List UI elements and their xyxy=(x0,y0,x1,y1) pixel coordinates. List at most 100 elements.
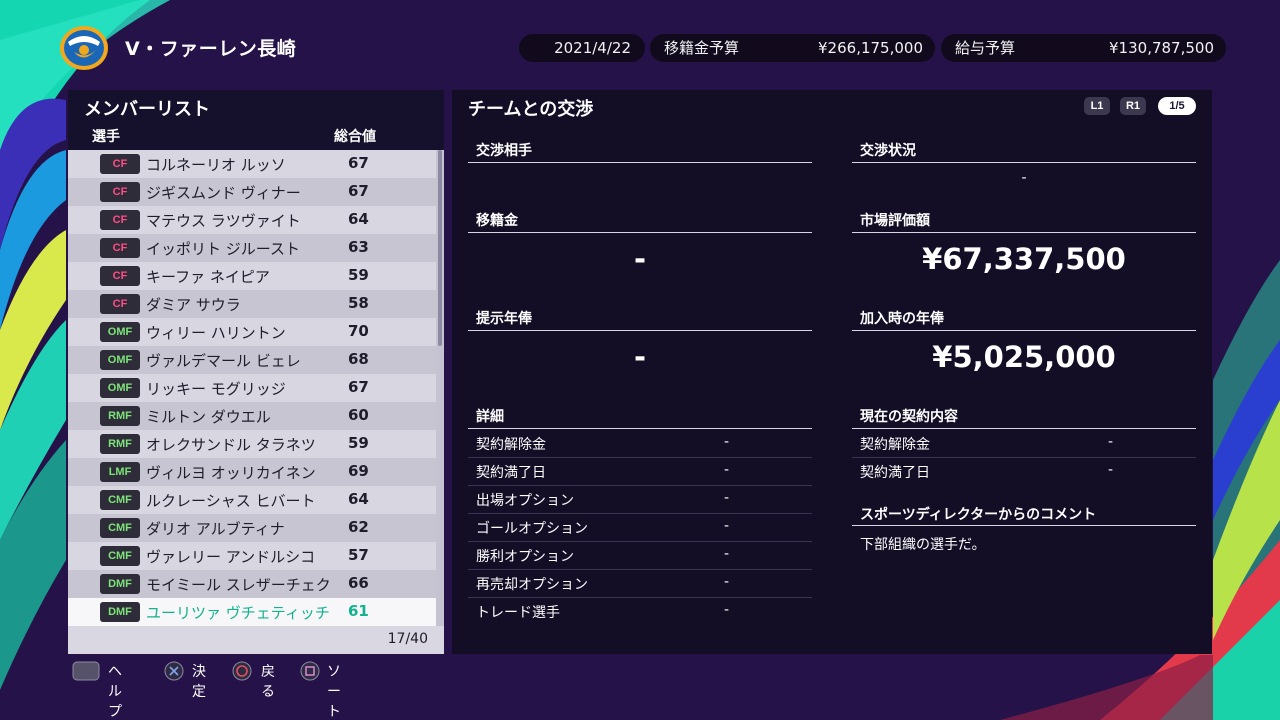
player-overall: 67 xyxy=(348,378,369,396)
player-overall: 64 xyxy=(348,210,369,228)
transfer-fee-divider xyxy=(468,232,812,233)
player-name: ミルトン ダウエル xyxy=(146,408,271,426)
player-name: ヴィルヨ オッリカイネン xyxy=(146,464,316,482)
position-badge: CMF xyxy=(100,546,140,566)
player-overall: 60 xyxy=(348,406,369,424)
position-badge: CF xyxy=(100,210,140,230)
position-badge: OMF xyxy=(100,350,140,370)
player-name: ヴァレリー アンドルシコ xyxy=(146,548,316,566)
detail-row-label: 契約解除金 xyxy=(476,437,546,453)
hint-sort[interactable]: ソート xyxy=(327,661,341,720)
player-overall: 67 xyxy=(348,182,369,200)
member-list-header: メンバーリスト 選手 総合値 xyxy=(68,90,444,150)
player-overall: 62 xyxy=(348,518,369,536)
square-button-icon xyxy=(300,661,320,681)
player-row[interactable]: DMF ユーリツァ ヴチェティッチ 61 xyxy=(68,598,436,626)
player-row[interactable]: CF イッポリト ジルースト 63 xyxy=(68,234,436,262)
detail-row-divider xyxy=(468,513,812,514)
player-name: ダリオ アルブティナ xyxy=(146,520,285,538)
hint-back[interactable]: 戻る xyxy=(261,661,275,701)
player-name: ウィリー ハリントン xyxy=(146,324,286,342)
player-row[interactable]: OMF リッキー モグリッジ 67 xyxy=(68,374,436,402)
player-name: イッポリト ジルースト xyxy=(146,240,301,258)
partner-divider xyxy=(468,162,812,163)
detail-row-divider xyxy=(468,569,812,570)
player-overall: 64 xyxy=(348,490,369,508)
position-badge: DMF xyxy=(100,574,140,594)
joining-salary-divider xyxy=(852,330,1196,331)
hint-confirm[interactable]: 決定 xyxy=(192,661,206,701)
player-name: ルクレーシャス ヒバート xyxy=(146,492,316,510)
date-display: 2021/4/22 xyxy=(519,34,645,62)
player-name: ジギスムンド ヴィナー xyxy=(146,184,301,202)
detail-row-value: - xyxy=(724,462,730,478)
player-name: オレクサンドル タラネツ xyxy=(146,436,316,454)
detail-row-divider xyxy=(468,541,812,542)
detail-row-divider xyxy=(468,485,812,486)
position-badge: OMF xyxy=(100,322,140,342)
market-value-divider xyxy=(852,232,1196,233)
player-count: 17/40 xyxy=(387,631,428,647)
list-scrollbar[interactable] xyxy=(438,150,442,346)
detail-row-label: 勝利オプション xyxy=(476,549,574,565)
player-name: ダミア サウラ xyxy=(146,296,241,314)
player-overall: 59 xyxy=(348,266,369,284)
column-player[interactable]: 選手 xyxy=(92,126,120,146)
position-badge: CMF xyxy=(100,490,140,510)
player-row[interactable]: CF マテウス ラツヴァイト 64 xyxy=(68,206,436,234)
club-name: V・ファーレン長崎 xyxy=(125,38,297,60)
contract-row-label: 契約解除金 xyxy=(860,437,930,453)
transfer-fee-value[interactable]: - xyxy=(468,242,812,276)
player-row[interactable]: CF ジギスムンド ヴィナー 67 xyxy=(68,178,436,206)
column-overall[interactable]: 総合値 xyxy=(334,126,376,146)
player-row[interactable]: CF ダミア サウラ 58 xyxy=(68,290,436,318)
l1-button[interactable]: L1 xyxy=(1084,97,1110,115)
player-row[interactable]: CMF ダリオ アルブティナ 62 xyxy=(68,514,436,542)
position-badge: CF xyxy=(100,266,140,286)
player-row[interactable]: CMF ルクレーシャス ヒバート 64 xyxy=(68,486,436,514)
salary-budget-label: 給与予算 xyxy=(955,39,1016,57)
detail-row-label: 出場オプション xyxy=(476,493,574,509)
player-overall: 69 xyxy=(348,462,369,480)
player-row[interactable]: OMF ウィリー ハリントン 70 xyxy=(68,318,436,346)
player-overall: 59 xyxy=(348,434,369,452)
detail-row-value: - xyxy=(724,490,730,506)
player-row[interactable]: CF コルネーリオ ルッソ 67 xyxy=(68,150,436,178)
hint-help[interactable]: ヘルプ xyxy=(108,661,122,720)
player-row[interactable]: CMF ヴァレリー アンドルシコ 57 xyxy=(68,542,436,570)
detail-row-value: - xyxy=(724,434,730,450)
member-list-panel: メンバーリスト 選手 総合値 CF コルネーリオ ルッソ 67 CF ジギスムンド ヴィ… xyxy=(68,90,444,654)
player-row[interactable]: CF キーファ ネイピア 59 xyxy=(68,262,436,290)
r1-button[interactable]: R1 xyxy=(1120,97,1146,115)
cross-button-icon xyxy=(164,661,184,681)
player-row[interactable]: RMF オレクサンドル タラネツ 59 xyxy=(68,430,436,458)
player-row[interactable]: DMF モイミール スレザーチェク 66 xyxy=(68,570,436,598)
player-name: ユーリツァ ヴチェティッチ xyxy=(146,604,330,622)
joining-salary-label: 加入時の年俸 xyxy=(860,311,944,327)
player-list[interactable]: CF コルネーリオ ルッソ 67 CF ジギスムンド ヴィナー 67 CF マテウス ラツヴァ… xyxy=(68,150,444,626)
comment-divider xyxy=(852,525,1196,526)
player-row[interactable]: RMF ミルトン ダウエル 60 xyxy=(68,402,436,430)
detail-row-value: - xyxy=(724,602,730,618)
detail-row-divider xyxy=(468,457,812,458)
player-name: ヴァルデマール ビェレ xyxy=(146,352,301,370)
details-label: 詳細 xyxy=(476,409,504,425)
detail-row-label: 再売却オプション xyxy=(476,577,588,593)
transfer-budget: 移籍金予算 ¥266,175,000 xyxy=(650,34,935,62)
partner-label: 交渉相手 xyxy=(476,143,532,159)
offer-salary-divider xyxy=(468,330,812,331)
current-contract-divider xyxy=(852,428,1196,429)
contract-row-value: - xyxy=(1108,462,1114,478)
player-row[interactable]: OMF ヴァルデマール ビェレ 68 xyxy=(68,346,436,374)
comment-text: 下部組織の選手だ。 xyxy=(860,537,986,553)
player-row[interactable]: LMF ヴィルヨ オッリカイネン 69 xyxy=(68,458,436,486)
detail-row-divider xyxy=(468,597,812,598)
position-badge: CF xyxy=(100,154,140,174)
player-name: リッキー モグリッジ xyxy=(146,380,286,398)
page-indicator: 1/5 xyxy=(1158,97,1196,115)
offer-salary-value[interactable]: - xyxy=(468,340,812,374)
member-list-title: メンバーリスト xyxy=(84,99,210,120)
position-badge: CMF xyxy=(100,518,140,538)
position-badge: LMF xyxy=(100,462,140,482)
detail-row-value: - xyxy=(724,574,730,590)
